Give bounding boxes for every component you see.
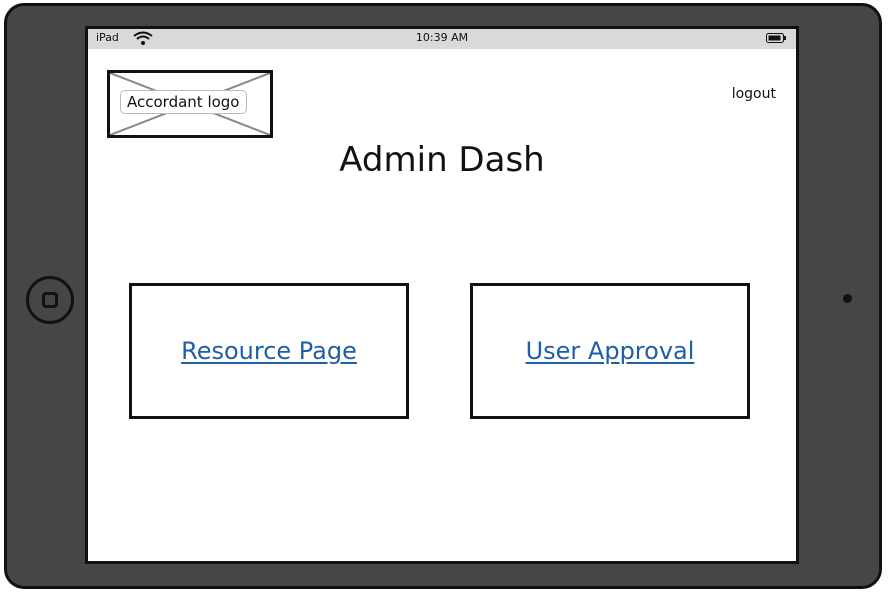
status-bar: iPad 10:39 AM (88, 29, 796, 49)
logo-label: Accordant logo (120, 90, 247, 114)
camera-dot (843, 294, 852, 303)
resource-page-card[interactable]: Resource Page (129, 283, 409, 419)
logo-placeholder: Accordant logo (107, 70, 273, 138)
battery-icon (766, 33, 786, 43)
page-title: Admin Dash (339, 140, 545, 180)
screen: iPad 10:39 AM Accordant logo logout Admi… (85, 26, 799, 564)
logout-link[interactable]: logout (732, 86, 776, 102)
home-button-icon (42, 292, 58, 308)
status-time: 10:39 AM (415, 31, 469, 44)
user-approval-card[interactable]: User Approval (470, 283, 750, 419)
user-approval-link[interactable]: User Approval (526, 337, 695, 365)
resource-page-link[interactable]: Resource Page (181, 337, 357, 365)
home-button[interactable] (26, 276, 74, 324)
